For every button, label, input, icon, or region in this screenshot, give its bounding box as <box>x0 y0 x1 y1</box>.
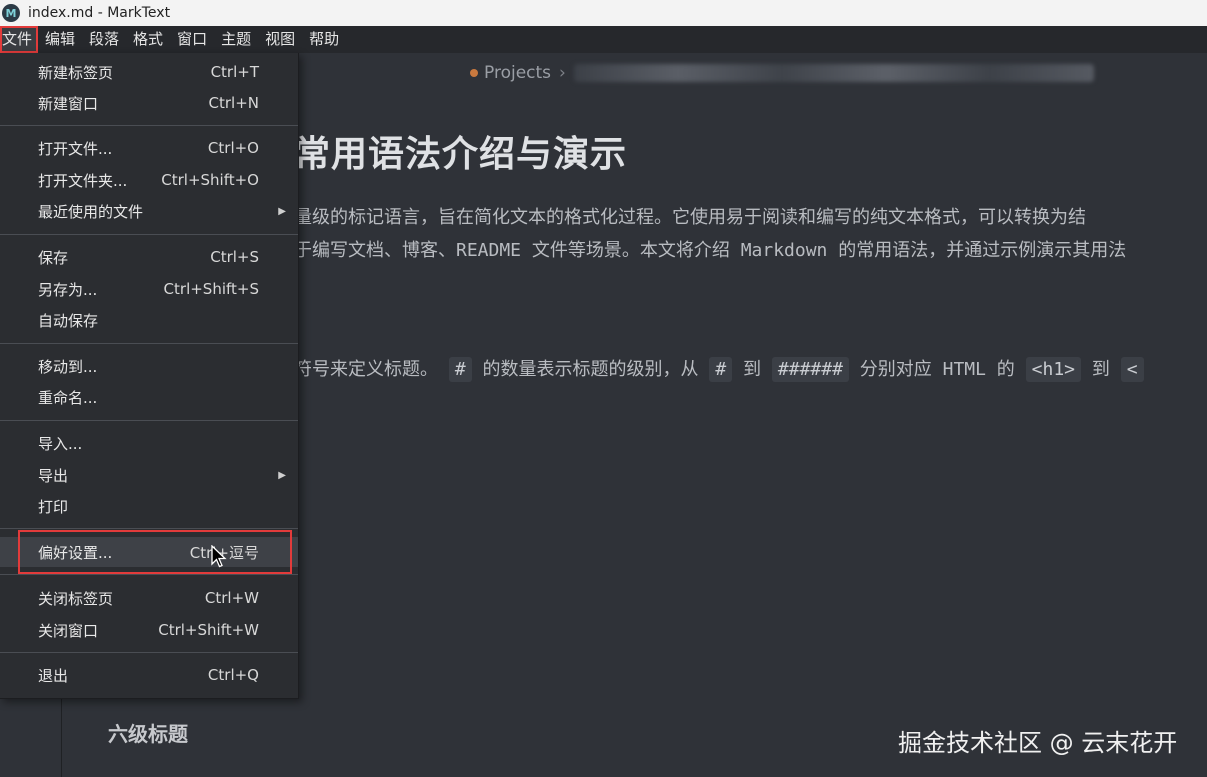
unsaved-dot-icon <box>470 69 478 77</box>
menu-file[interactable]: 文件 <box>0 26 39 53</box>
menu-bar: 文件 编辑 段落 格式 窗口 主题 视图 帮助 <box>0 26 1207 53</box>
menu-item-new-tab[interactable]: 新建标签页 Ctrl+T <box>0 57 298 87</box>
menu-item-label: 自动保存 <box>38 311 99 330</box>
document-title[interactable]: 常用语法介绍与演示 <box>294 125 627 177</box>
menu-item-rename[interactable]: 重命名... <box>0 382 298 412</box>
menu-item-export[interactable]: 导出 ▶ <box>0 460 298 490</box>
menu-separator <box>0 343 298 344</box>
menu-item-save-as[interactable]: 另存为... Ctrl+Shift+S <box>0 274 298 304</box>
mouse-pointer-icon <box>211 545 227 568</box>
inline-code: <h1> <box>1025 357 1082 382</box>
menu-item-recent-files[interactable]: 最近使用的文件 ▶ <box>0 196 298 226</box>
menu-item-label: 关闭标签页 <box>38 589 114 608</box>
chevron-right-icon: › <box>559 63 566 83</box>
menu-item-auto-save[interactable]: 自动保存 <box>0 305 298 335</box>
menu-item-close-tab[interactable]: 关闭标签页 Ctrl+W <box>0 583 298 613</box>
menu-item-shortcut: Ctrl+W <box>204 589 259 607</box>
menu-window[interactable]: 窗口 <box>170 26 214 53</box>
menu-item-import[interactable]: 导入... <box>0 428 298 458</box>
menu-item-label: 新建标签页 <box>38 63 114 82</box>
menu-help[interactable]: 帮助 <box>302 26 346 53</box>
menu-theme[interactable]: 主题 <box>214 26 258 53</box>
menu-item-label: 导入... <box>38 434 83 453</box>
menu-item-label: 导出 <box>38 466 69 485</box>
menu-item-label: 重命名... <box>38 388 98 407</box>
paragraph-line-2[interactable]: 于编写文档、博客、README 文件等场景。本文将介绍 Markdown 的常用… <box>294 236 1126 262</box>
file-menu-dropdown: 新建标签页 Ctrl+T 新建窗口 Ctrl+N 打开文件... Ctrl+O … <box>0 53 299 699</box>
menu-item-shortcut: Ctrl+N <box>208 94 259 112</box>
menu-separator <box>0 528 298 529</box>
menu-separator <box>0 420 298 421</box>
menu-separator <box>0 652 298 653</box>
submenu-arrow-icon: ▶ <box>278 205 286 217</box>
submenu-arrow-icon: ▶ <box>278 469 286 481</box>
menu-item-quit[interactable]: 退出 Ctrl+Q <box>0 660 298 690</box>
inline-code: # <box>709 357 733 382</box>
highlight-box <box>18 530 292 574</box>
text-segment: 到 <box>1091 359 1110 380</box>
menu-item-move-to[interactable]: 移动到... <box>0 351 298 381</box>
menu-item-shortcut: Ctrl+S <box>210 248 259 266</box>
menu-item-print[interactable]: 打印 <box>0 491 298 521</box>
breadcrumb-path-blurred <box>573 64 1094 82</box>
breadcrumb-projects[interactable]: Projects <box>484 63 551 83</box>
text-segment: 分别对应 HTML 的 <box>859 359 1015 380</box>
menu-format[interactable]: 格式 <box>126 26 170 53</box>
menu-item-label: 保存 <box>38 248 69 267</box>
menu-item-close-window[interactable]: 关闭窗口 Ctrl+Shift+W <box>0 615 298 645</box>
menu-item-label: 最近使用的文件 <box>38 202 144 221</box>
menu-item-label: 另存为... <box>38 280 98 299</box>
menu-separator <box>0 574 298 575</box>
menu-item-label: 退出 <box>38 666 69 685</box>
menu-item-shortcut: Ctrl+T <box>210 63 259 81</box>
text-segment: 的数量表示标题的级别，从 <box>482 359 699 380</box>
text-segment: 到 <box>743 359 762 380</box>
menu-item-label: 移动到... <box>38 357 98 376</box>
menu-view[interactable]: 视图 <box>258 26 302 53</box>
paragraph-headings[interactable]: 符号来定义标题。 # 的数量表示标题的级别，从 # 到 ###### 分别对应 … <box>294 355 1144 382</box>
text-segment: 符号来定义标题。 <box>294 359 438 380</box>
menu-item-label: 打印 <box>38 497 69 516</box>
window-title: index.md - MarkText <box>28 5 171 21</box>
menu-item-open-file[interactable]: 打开文件... Ctrl+O <box>0 133 298 163</box>
marktext-logo-icon: M <box>2 4 20 22</box>
menu-item-open-folder[interactable]: 打开文件夹... Ctrl+Shift+O <box>0 165 298 195</box>
menu-edit[interactable]: 编辑 <box>38 26 82 53</box>
menu-item-shortcut: Ctrl+O <box>207 139 259 157</box>
menu-separator <box>0 234 298 235</box>
inline-code: # <box>448 357 472 382</box>
inline-code: ###### <box>771 357 849 382</box>
breadcrumb: Projects › <box>470 63 1094 83</box>
menu-item-label: 新建窗口 <box>38 94 99 113</box>
menu-item-label: 打开文件夹... <box>38 171 128 190</box>
menu-item-shortcut: Ctrl+Q <box>207 666 259 684</box>
menu-separator <box>0 125 298 126</box>
heading-level-6[interactable]: 六级标题 <box>108 718 188 747</box>
menu-item-shortcut: Ctrl+Shift+S <box>163 280 259 298</box>
title-bar: M index.md - MarkText <box>0 0 1207 26</box>
menu-item-shortcut: Ctrl+Shift+O <box>161 171 259 189</box>
menu-item-label: 打开文件... <box>38 139 113 158</box>
inline-code: < <box>1120 357 1144 382</box>
menu-item-save[interactable]: 保存 Ctrl+S <box>0 242 298 272</box>
paragraph-line-1[interactable]: 量级的标记语言，旨在简化文本的格式化过程。它使用易于阅读和编写的纯文本格式，可以… <box>294 203 1086 229</box>
watermark: 掘金技术社区 @ 云末花开 <box>898 729 1178 757</box>
menu-paragraph[interactable]: 段落 <box>82 26 126 53</box>
menu-item-shortcut: Ctrl+Shift+W <box>158 621 259 639</box>
menu-item-new-window[interactable]: 新建窗口 Ctrl+N <box>0 88 298 118</box>
menu-item-label: 关闭窗口 <box>38 621 99 640</box>
